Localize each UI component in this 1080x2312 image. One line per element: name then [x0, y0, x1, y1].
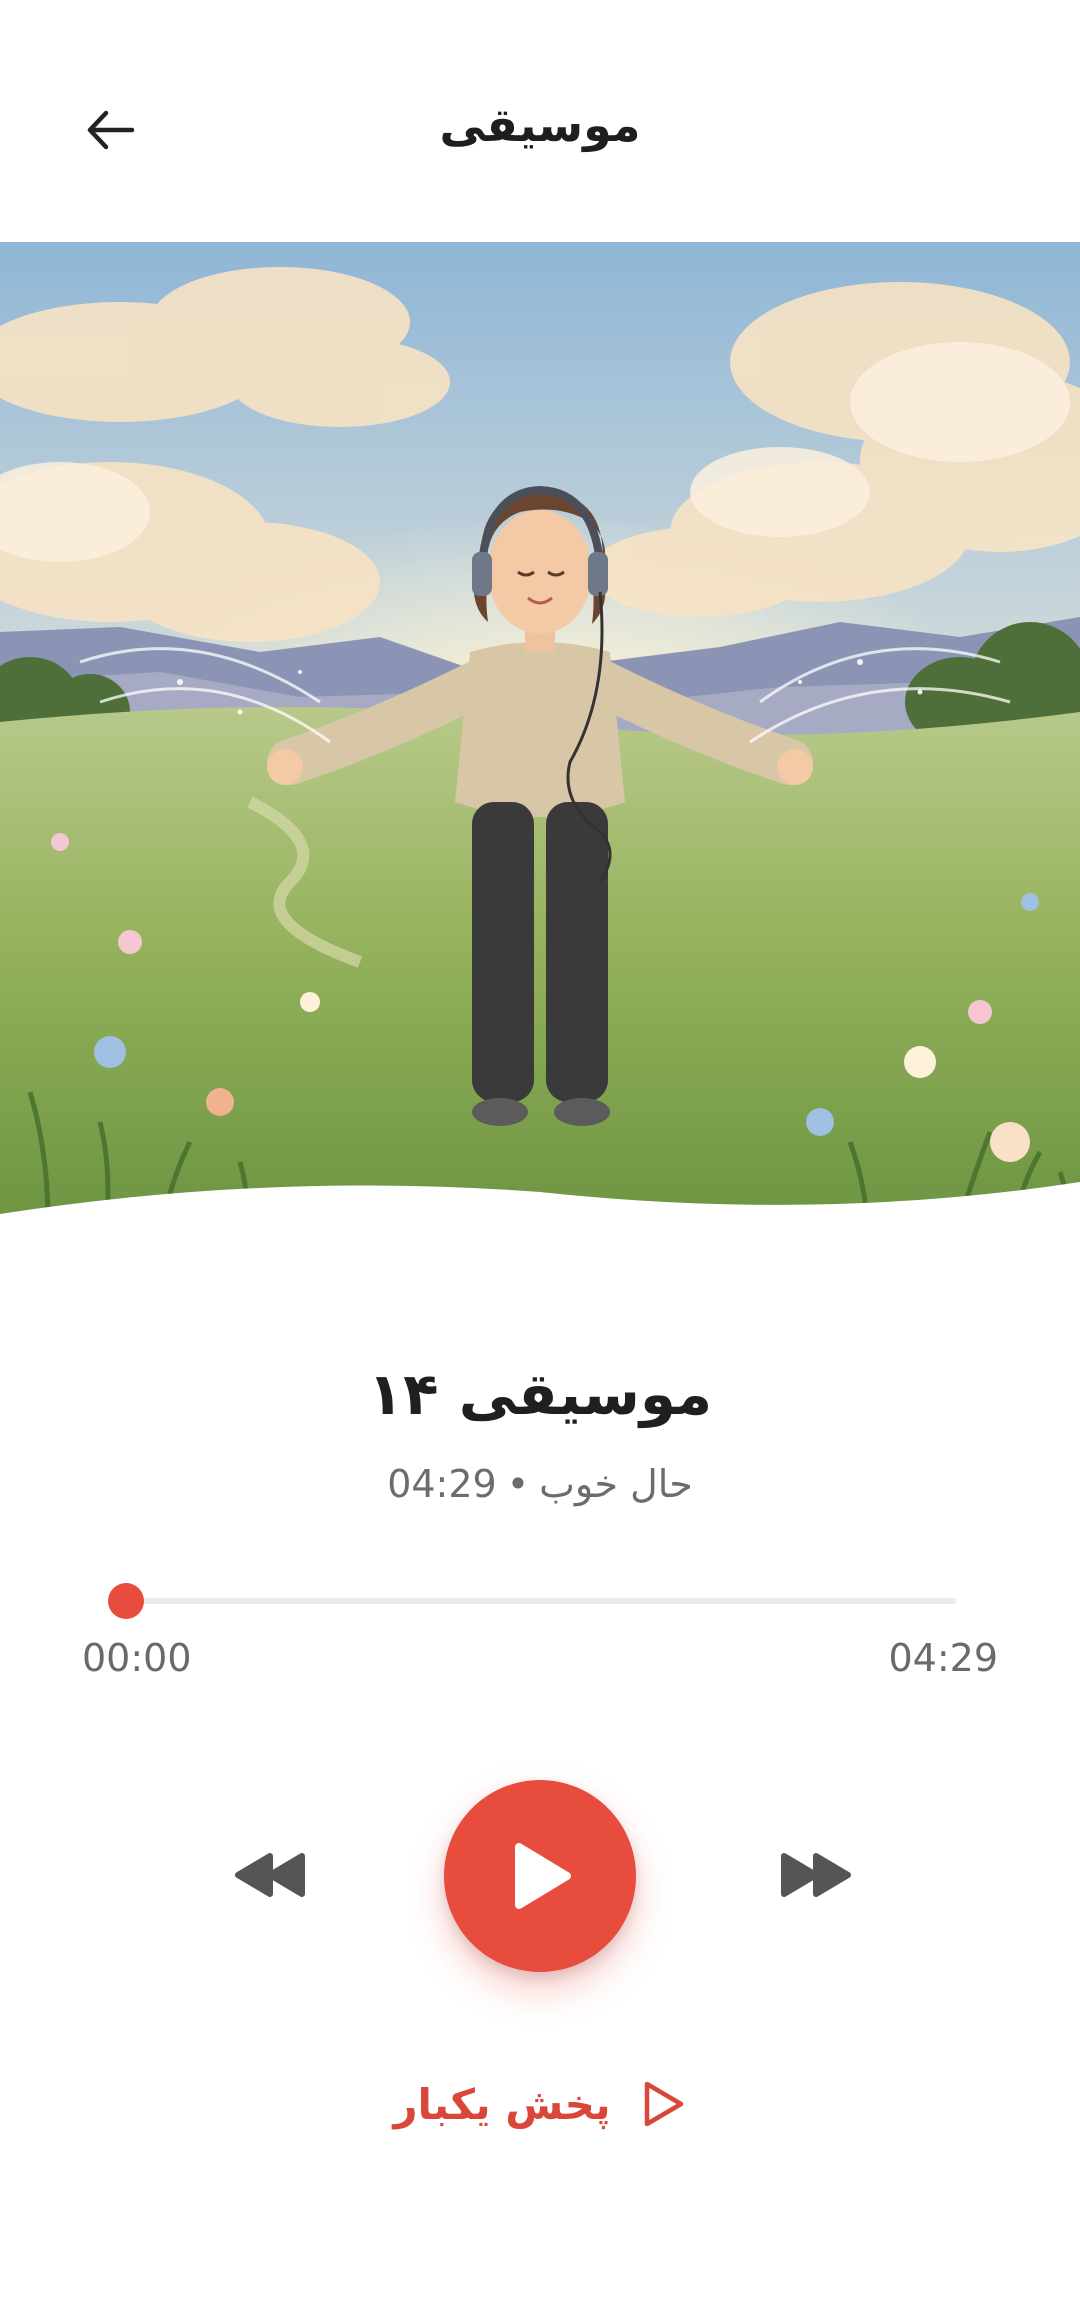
app-header: موسیقی: [0, 0, 1080, 242]
play-icon: [515, 1843, 571, 1909]
play-button[interactable]: [444, 1780, 636, 1972]
page-title: موسیقی: [439, 98, 641, 152]
album-artwork: [0, 242, 1080, 1322]
rewind-icon: [235, 1853, 305, 1897]
current-time: 00:00: [82, 1636, 192, 1680]
meta-separator: •: [506, 1462, 530, 1506]
fast-forward-button[interactable]: [766, 1830, 866, 1920]
track-duration: 04:29: [387, 1462, 497, 1506]
play-outline-icon: [644, 2081, 683, 2127]
rewind-button[interactable]: [220, 1830, 320, 1920]
track-title: موسیقی ۱۴: [367, 1360, 713, 1428]
play-once-label: پخش یکبار: [393, 2079, 611, 2129]
play-once-button[interactable]: پخش یکبار: [0, 2078, 1080, 2130]
progress-bar[interactable]: [108, 1583, 956, 1619]
track-category: حال خوب: [539, 1462, 693, 1506]
progress-thumb[interactable]: [108, 1583, 144, 1619]
track-meta: حال خوب•04:29: [0, 1462, 1080, 1506]
fast-forward-icon: [781, 1853, 851, 1897]
artwork-illustration: [0, 242, 1080, 1322]
total-time: 04:29: [888, 1636, 998, 1680]
